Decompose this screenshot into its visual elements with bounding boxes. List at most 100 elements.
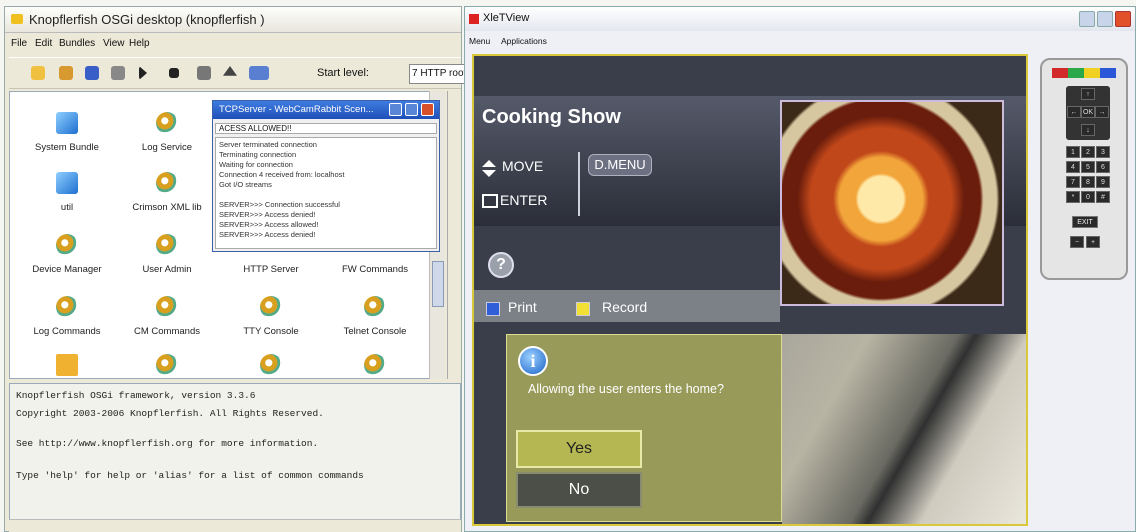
bundle-label: util: [60, 202, 74, 213]
key-2[interactable]: 2: [1081, 146, 1095, 158]
no-button[interactable]: No: [516, 472, 642, 508]
yes-button[interactable]: Yes: [516, 430, 642, 468]
play-icon[interactable]: [139, 66, 147, 80]
bundle-user-admin[interactable]: User Admin: [112, 234, 222, 275]
bundle-label: User Admin: [142, 264, 192, 275]
bundle-crimson-xml[interactable]: Crimson XML lib: [112, 172, 222, 213]
help-button[interactable]: ?: [488, 252, 514, 278]
bundle-log-commands[interactable]: Log Commands: [12, 296, 122, 337]
remote-control: ↑ ← OK → ↓ 1 2 3 4 5 6 7 8 9 * 0 # EXIT …: [1040, 58, 1128, 280]
close-icon[interactable]: [1115, 11, 1131, 27]
log-line: SERVER>>> Access allowed!: [219, 220, 319, 229]
key-4[interactable]: 4: [1066, 161, 1080, 173]
console-input-bar[interactable]: [9, 519, 461, 532]
red-key[interactable]: [1052, 68, 1068, 78]
info-icon: i: [518, 346, 548, 376]
up-key[interactable]: ↑: [1081, 88, 1095, 100]
key-0[interactable]: 0: [1081, 191, 1095, 203]
kf-title-bar[interactable]: Knopflerfish OSGi desktop (knopflerfish …: [5, 7, 461, 33]
record-label: Record: [602, 299, 648, 315]
menu-bundles[interactable]: Bundles: [59, 38, 95, 49]
menu-applications[interactable]: Applications: [501, 36, 547, 46]
menu-menu[interactable]: Menu: [469, 36, 490, 46]
dmenu-button[interactable]: D.MENU: [588, 154, 652, 176]
gear-icon: [156, 234, 178, 256]
key-1[interactable]: 1: [1066, 146, 1080, 158]
bundle-cm-commands[interactable]: CM Commands: [112, 296, 222, 337]
view-dropdown-icon[interactable]: [249, 66, 269, 80]
scrollbar-thumb[interactable]: [432, 261, 444, 307]
gear-icon: [260, 296, 282, 318]
bundle-device-manager[interactable]: Device Manager: [12, 234, 122, 275]
bundle-folder[interactable]: [12, 354, 122, 384]
key-6[interactable]: 6: [1096, 161, 1110, 173]
key-3[interactable]: 3: [1096, 146, 1110, 158]
minimize-icon[interactable]: [1079, 11, 1095, 27]
xv-title-bar[interactable]: XleTView: [465, 7, 1135, 31]
install-icon[interactable]: [59, 66, 73, 80]
console-panel[interactable]: Knopflerfish OSGi framework, version 3.3…: [9, 383, 461, 532]
square-stop-icon[interactable]: [169, 68, 179, 78]
down-key[interactable]: ↓: [1081, 124, 1095, 136]
bundle-system-bundle[interactable]: System Bundle: [12, 112, 122, 153]
log-line: Waiting for connection: [219, 160, 293, 169]
bundle-telnet-console[interactable]: Telnet Console: [320, 296, 430, 337]
bundle-label: Crimson XML lib: [132, 202, 202, 213]
maximize-icon[interactable]: [1097, 11, 1113, 27]
log-line: SERVER>>> Connection successful: [219, 200, 340, 209]
gear-icon: [364, 354, 386, 376]
console-line: Copyright 2003-2006 Knopflerfish. All Ri…: [16, 408, 324, 419]
bundle-tty-console[interactable]: TTY Console: [216, 296, 326, 337]
save-icon[interactable]: [85, 66, 99, 80]
knopflerfish-icon: [11, 14, 23, 24]
key-hash[interactable]: #: [1096, 191, 1110, 203]
gear-icon: [56, 296, 78, 318]
menu-help[interactable]: Help: [129, 38, 150, 49]
open-icon[interactable]: [31, 66, 45, 80]
bundle-gear[interactable]: [320, 354, 430, 384]
bundle-log-service[interactable]: Log Service: [112, 112, 222, 153]
plus-key[interactable]: +: [1086, 236, 1100, 248]
move-label: MOVE: [502, 158, 544, 174]
key-5[interactable]: 5: [1081, 161, 1095, 173]
eject-icon[interactable]: [223, 66, 237, 76]
menu-edit[interactable]: Edit: [35, 38, 52, 49]
ok-key[interactable]: OK: [1081, 106, 1095, 118]
menu-file[interactable]: File: [11, 38, 27, 49]
desktop: Knopflerfish OSGi desktop (knopflerfish …: [0, 0, 1136, 532]
key-8[interactable]: 8: [1081, 176, 1095, 188]
minimize-icon[interactable]: [389, 103, 402, 116]
bundle-util[interactable]: util: [12, 172, 122, 213]
kf-window-title: Knopflerfish OSGi desktop (knopflerfish …: [29, 12, 265, 27]
start-level-select[interactable]: 7 HTTP root: [409, 64, 465, 84]
refresh-icon[interactable]: [197, 66, 211, 80]
right-key[interactable]: →: [1095, 106, 1109, 118]
print-label: Print: [508, 299, 537, 315]
tcp-window-title: TCPServer - WebCamRabbit Scen...: [219, 104, 374, 115]
log-line: SERVER>>> Access denied!: [219, 210, 316, 219]
close-icon[interactable]: [421, 103, 434, 116]
exit-key[interactable]: EXIT: [1072, 216, 1098, 228]
key-star[interactable]: *: [1066, 191, 1080, 203]
menu-view[interactable]: View: [103, 38, 125, 49]
kf-toolbar: Start level: 7 HTTP root: [9, 57, 465, 89]
enter-label: ENTER: [500, 192, 548, 208]
green-key[interactable]: [1068, 68, 1084, 78]
tcp-log[interactable]: Server terminated connection Terminating…: [215, 137, 437, 249]
minus-key[interactable]: −: [1070, 236, 1084, 248]
maximize-icon[interactable]: [405, 103, 418, 116]
stop-icon[interactable]: [111, 66, 125, 80]
dpad: ↑ ← OK → ↓: [1066, 86, 1110, 140]
bundle-gear[interactable]: [112, 354, 222, 384]
bundle-gear[interactable]: [216, 354, 326, 384]
blue-key[interactable]: [1100, 68, 1116, 78]
knopflerfish-window: Knopflerfish OSGi desktop (knopflerfish …: [4, 6, 465, 532]
key-9[interactable]: 9: [1096, 176, 1110, 188]
yellow-key[interactable]: [1084, 68, 1100, 78]
arrow-down-icon: [482, 170, 496, 177]
key-7[interactable]: 7: [1066, 176, 1080, 188]
bundle-label: Log Commands: [33, 326, 101, 337]
bundle-label: System Bundle: [35, 142, 99, 153]
bundle-label: TTY Console: [243, 326, 299, 337]
left-key[interactable]: ←: [1067, 106, 1081, 118]
